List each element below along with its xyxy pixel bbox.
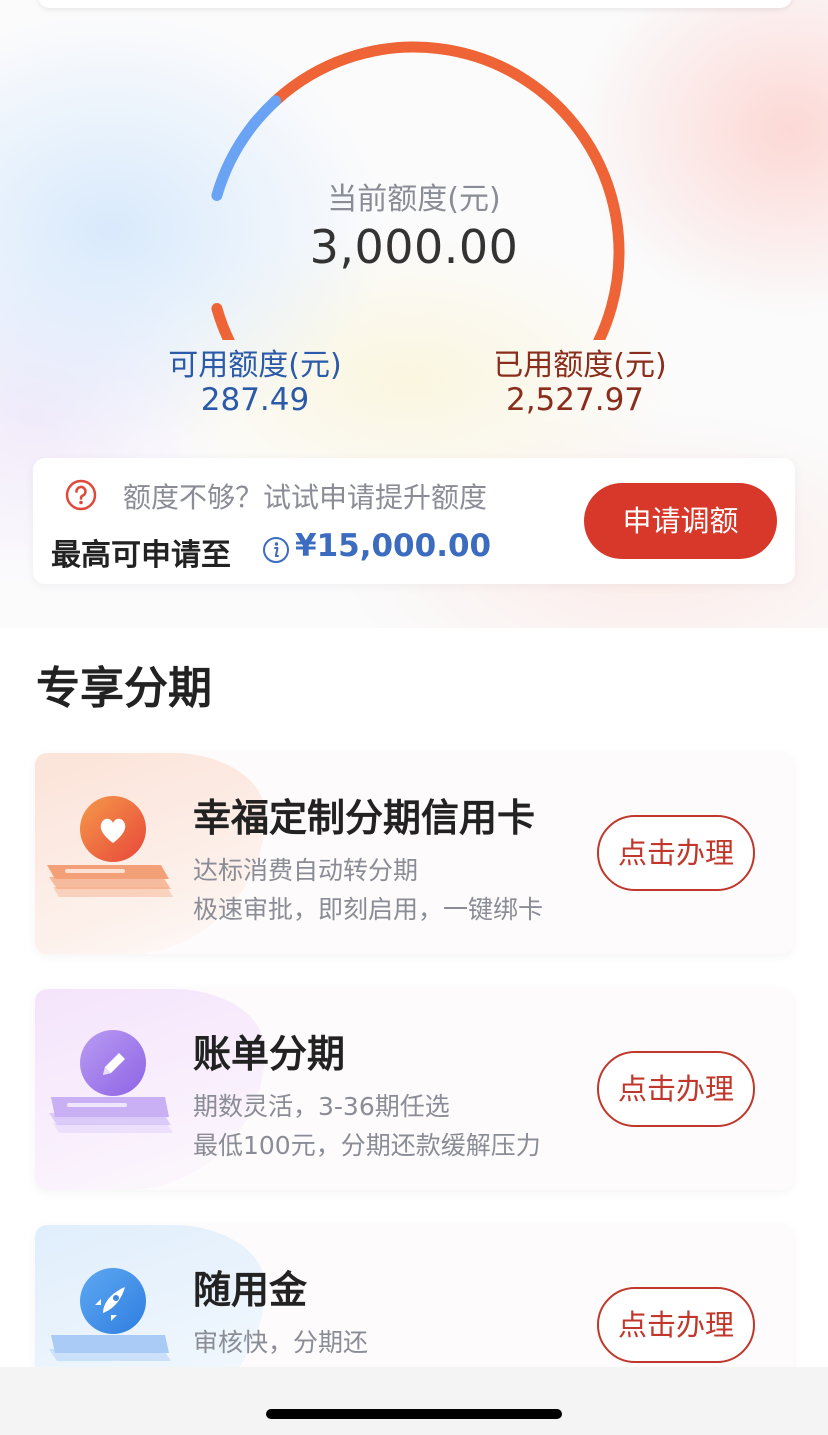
- limit-raise-card: 额度不够？试试申请提升额度 最高可申请至 ¥15,000.00 申请调额: [33, 458, 795, 584]
- info-icon[interactable]: [262, 536, 290, 564]
- bottom-safe-area: [0, 1367, 828, 1435]
- question-icon: [65, 479, 97, 511]
- used-limit-label: 已用额度(元): [493, 348, 667, 383]
- limit-raise-tip: 额度不够？试试申请提升额度: [123, 481, 488, 514]
- apply-button[interactable]: 点击办理: [597, 815, 755, 891]
- product-title: 幸福定制分期信用卡: [193, 796, 536, 840]
- product-desc-line1: 审核快，分期还: [193, 1328, 369, 1357]
- available-limit-label: 可用额度(元): [168, 348, 342, 383]
- product-desc-line1: 达标消费自动转分期: [193, 856, 419, 885]
- max-limit-value: ¥15,000.00: [295, 528, 492, 564]
- max-limit-label: 最高可申请至: [51, 538, 231, 573]
- product-card-bill-installment[interactable]: 账单分期 期数灵活，3-36期任选 最低100元，分期还款缓解压力 点击办理: [35, 989, 793, 1190]
- apply-button[interactable]: 点击办理: [597, 1287, 755, 1363]
- product-title: 随用金: [193, 1268, 308, 1312]
- apply-limit-raise-button[interactable]: 申请调额: [584, 483, 777, 559]
- current-limit-value: 3,000.00: [309, 220, 519, 274]
- credit-gauge: [211, 41, 625, 340]
- heart-icon: [47, 796, 173, 897]
- used-limit-value: 2,527.97: [505, 382, 645, 418]
- credit-hero: 当前额度(元) 3,000.00 可用额度(元) 287.49 已用额度(元) …: [0, 0, 828, 628]
- pencil-icon: [49, 1030, 173, 1133]
- product-title: 账单分期: [193, 1032, 346, 1076]
- section-title: 专享分期: [36, 663, 212, 714]
- product-card-custom-installment-card[interactable]: 幸福定制分期信用卡 达标消费自动转分期 极速审批，即刻启用，一键绑卡 点击办理: [35, 753, 793, 954]
- available-limit-value: 287.49: [200, 382, 310, 418]
- product-desc-line2: 极速审批，即刻启用，一键绑卡: [193, 895, 544, 924]
- product-desc-line2: 最低100元，分期还款缓解压力: [193, 1131, 541, 1160]
- current-limit-label: 当前额度(元): [327, 182, 501, 217]
- product-desc-line1: 期数灵活，3-36期任选: [193, 1092, 450, 1121]
- apply-button[interactable]: 点击办理: [597, 1051, 755, 1127]
- home-indicator[interactable]: [266, 1409, 562, 1419]
